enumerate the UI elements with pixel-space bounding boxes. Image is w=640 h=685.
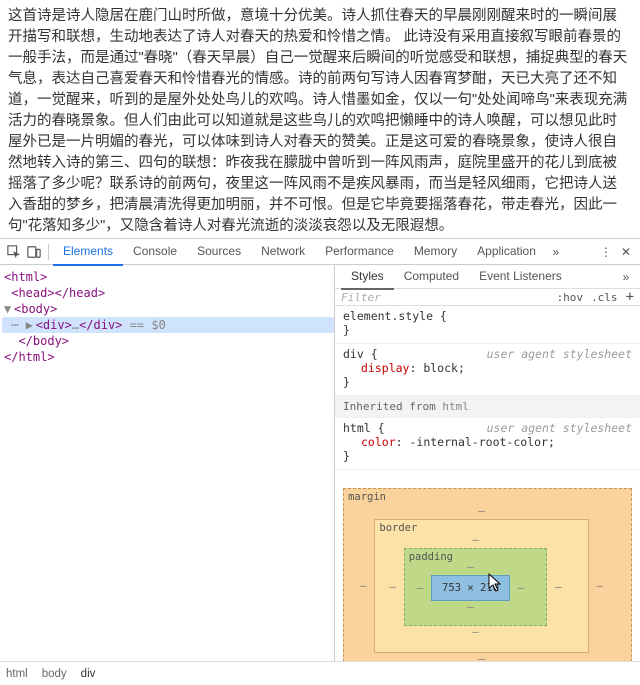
chevron-right-icon[interactable]: ▶: [26, 318, 36, 332]
inspect-icon[interactable]: [4, 242, 24, 262]
more-tabs-icon[interactable]: »: [616, 267, 636, 287]
devtools: Elements Console Sources Network Perform…: [0, 238, 640, 685]
breadcrumb-div[interactable]: div: [81, 668, 96, 680]
dom-head-open[interactable]: <head>: [11, 286, 54, 300]
breadcrumb-body[interactable]: body: [42, 668, 67, 680]
rule-prop: display: [361, 361, 409, 375]
rule-close: }: [343, 449, 350, 463]
tab-event-listeners[interactable]: Event Listeners: [469, 265, 572, 288]
rule-selector: element.style {: [343, 309, 447, 323]
tab-styles[interactable]: Styles: [341, 265, 394, 290]
bm-border-label: border: [379, 522, 417, 534]
rule-prop: color: [361, 435, 396, 449]
ua-label: user agent stylesheet: [487, 347, 632, 361]
tab-computed[interactable]: Computed: [394, 265, 469, 288]
kebab-icon[interactable]: ⋮: [596, 242, 616, 262]
rule-close: }: [343, 323, 350, 337]
rule-element-style[interactable]: element.style { }: [335, 306, 640, 344]
close-icon[interactable]: ✕: [616, 242, 636, 262]
breadcrumb: html body div: [0, 661, 640, 685]
dom-body-open[interactable]: <body>: [14, 302, 57, 316]
styles-filter-bar: Filter :hov .cls +: [335, 289, 640, 306]
chevron-down-icon[interactable]: ▼: [4, 302, 14, 316]
dom-head-close[interactable]: </head>: [55, 286, 106, 300]
dom-eq: == $0: [122, 318, 165, 332]
rule-close: }: [343, 375, 350, 389]
devtools-tabbar: Elements Console Sources Network Perform…: [0, 239, 640, 265]
bm-dash: –: [555, 581, 561, 593]
dom-ellipsis: …: [72, 318, 79, 332]
styles-tabbar: Styles Computed Event Listeners »: [335, 265, 640, 289]
bm-dash: –: [417, 582, 423, 594]
bm-padding-label: padding: [409, 551, 453, 563]
page-content: 这首诗是诗人隐居在鹿门山时所做，意境十分优美。诗人抓住春天的早晨刚刚醒来时的一瞬…: [0, 0, 640, 237]
new-rule-icon[interactable]: +: [626, 289, 634, 305]
inherit-label: Inherited from: [343, 400, 442, 413]
tab-sources[interactable]: Sources: [187, 239, 251, 264]
cls-toggle[interactable]: .cls: [591, 291, 618, 304]
device-icon[interactable]: [24, 242, 44, 262]
rule-val: block: [423, 361, 458, 375]
ua-label: user agent stylesheet: [487, 421, 632, 435]
rule-html[interactable]: user agent stylesheet html { color: -int…: [335, 418, 640, 470]
bm-dash: –: [467, 561, 473, 573]
dom-tree[interactable]: <html> <head></head> ▼<body> ⋯ ▶<div>…</…: [0, 265, 335, 665]
styles-panel: Styles Computed Event Listeners » Filter…: [335, 265, 640, 665]
bm-dash: –: [478, 505, 484, 517]
tab-application[interactable]: Application: [467, 239, 546, 264]
inherit-element[interactable]: html: [442, 400, 469, 413]
bm-dash: –: [472, 626, 478, 638]
cursor-icon: [488, 573, 504, 593]
bm-dash: –: [518, 582, 524, 594]
dom-html-open[interactable]: <html>: [4, 270, 47, 284]
bm-margin-label: margin: [348, 491, 386, 503]
rule-val: -internal-root-color: [409, 435, 547, 449]
breadcrumb-html[interactable]: html: [6, 668, 28, 680]
bm-dash: –: [472, 534, 478, 546]
tab-console[interactable]: Console: [123, 239, 187, 264]
dom-body-close[interactable]: </body>: [18, 334, 69, 348]
paragraph-text: 这首诗是诗人隐居在鹿门山时所做，意境十分优美。诗人抓住春天的早晨刚刚醒来时的一瞬…: [8, 8, 627, 234]
tab-memory[interactable]: Memory: [404, 239, 467, 264]
hov-toggle[interactable]: :hov: [557, 291, 584, 304]
dom-div-open: <div>: [36, 318, 72, 332]
rule-div[interactable]: user agent stylesheet div { display: blo…: [335, 344, 640, 396]
filter-input[interactable]: Filter: [341, 291, 381, 304]
tab-elements[interactable]: Elements: [53, 239, 123, 266]
dom-div-close: </div>: [79, 318, 122, 332]
bm-dash: –: [467, 601, 473, 613]
rule-selector: html {: [343, 421, 385, 435]
dom-selected-row[interactable]: ⋯ ▶<div>…</div> == $0: [2, 317, 334, 333]
dom-html-close[interactable]: </html>: [4, 350, 55, 364]
bm-dash: –: [597, 580, 603, 592]
inherit-row: Inherited from html: [335, 396, 640, 418]
bm-dash: –: [360, 580, 366, 592]
more-tabs-icon[interactable]: »: [546, 242, 566, 262]
tab-performance[interactable]: Performance: [315, 239, 404, 264]
bm-dash: –: [389, 581, 395, 593]
tab-network[interactable]: Network: [251, 239, 315, 264]
rule-selector: div {: [343, 347, 378, 361]
